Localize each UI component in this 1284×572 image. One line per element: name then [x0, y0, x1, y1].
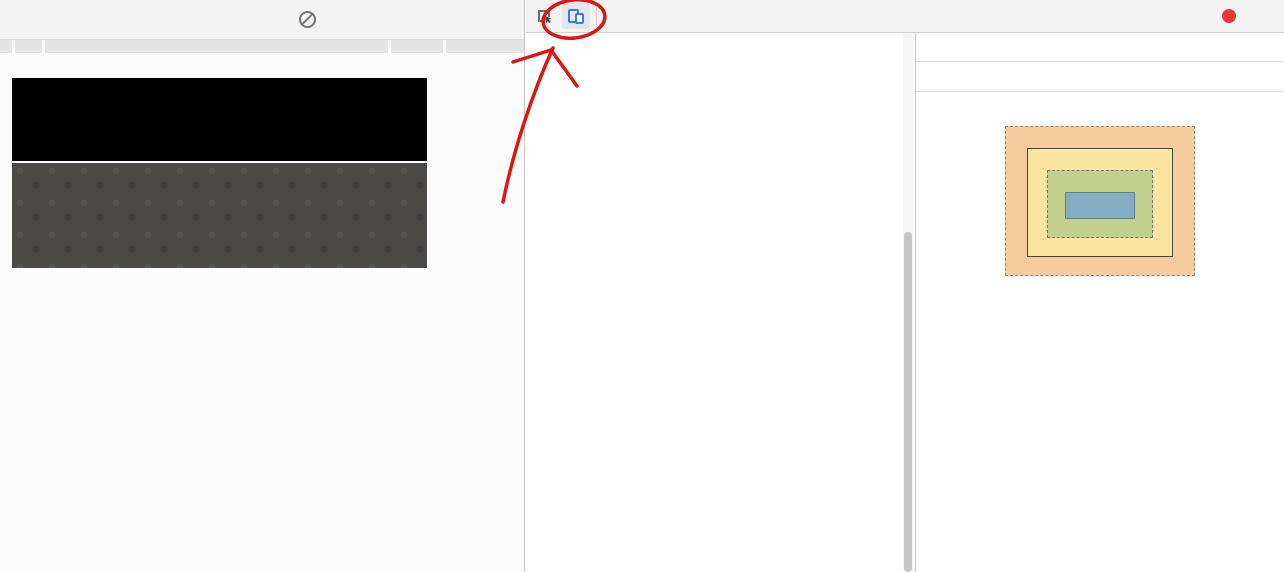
device-toolbar: [0, 0, 524, 40]
elements-scrollbar[interactable]: [903, 33, 913, 572]
scrollbar-thumb[interactable]: [904, 232, 912, 572]
toggle-device-toolbar-icon[interactable]: [562, 3, 590, 29]
throttling-select[interactable]: [262, 12, 267, 27]
device-select[interactable]: [56, 12, 61, 27]
game-map[interactable]: [12, 270, 428, 572]
game-hud: [12, 163, 427, 268]
screenshot-stage: [0, 0, 1284, 572]
rotate-disabled-icon[interactable]: [299, 11, 316, 28]
toolbar-separator: [596, 7, 597, 25]
game-title-screen: [12, 78, 427, 161]
box-model-margin: [1005, 126, 1195, 276]
styles-tabbar: [916, 33, 1284, 62]
emulated-page: [0, 40, 524, 572]
box-model-border: [1027, 148, 1173, 257]
styles-sidebar: [915, 33, 1284, 572]
inspect-element-icon[interactable]: [530, 3, 558, 29]
console-error-badge[interactable]: [1222, 9, 1240, 23]
styles-filter-row: [916, 62, 1284, 92]
box-model-content[interactable]: [1065, 192, 1135, 219]
devtools-tabbar: [526, 0, 1284, 33]
box-model-diagram[interactable]: [1005, 126, 1195, 276]
error-icon: [1222, 9, 1236, 23]
browser-page-pane: [0, 0, 525, 572]
styles-filter-input[interactable]: [926, 69, 1232, 84]
elements-tree[interactable]: [526, 33, 915, 572]
zoom-select[interactable]: [233, 12, 238, 27]
devtools-panel: [526, 0, 1284, 572]
box-model-padding: [1047, 170, 1153, 238]
page-top-strip: [0, 40, 524, 53]
